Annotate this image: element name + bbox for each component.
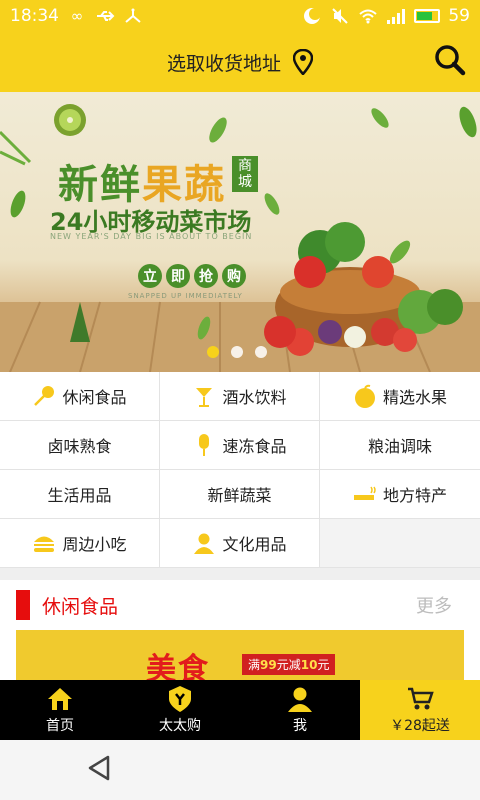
category-label: 文化用品 — [222, 535, 287, 554]
apple-icon — [353, 384, 377, 408]
cta-char: 即 — [166, 264, 190, 288]
category-label: 地方特产 — [382, 486, 447, 505]
debug-icon — [123, 7, 143, 25]
carousel-dot[interactable] — [255, 346, 267, 358]
tab-me-label: 我 — [293, 718, 307, 734]
search-button[interactable] — [432, 44, 468, 80]
tab-cart[interactable]: ￥28起送 — [360, 680, 480, 740]
tab-cart-label: ￥28起送 — [390, 718, 450, 734]
mute-icon — [330, 7, 350, 25]
category-item[interactable]: 卤味熟食 — [0, 421, 160, 470]
app-header: 选取收货地址 — [0, 32, 480, 92]
banner-english-line: NEW YEAR'S DAY BIG IS ABOUT TO BEGIN — [50, 232, 253, 241]
home-icon — [46, 685, 74, 713]
banner-english-cta: SNAPPED UP IMMEDIATELY — [128, 292, 243, 300]
promo-tag-post: 元 — [317, 658, 330, 672]
category-label: 酒水饮料 — [222, 388, 287, 407]
promo-tag-mid: 元减 — [276, 658, 301, 672]
signal-icon — [386, 7, 406, 25]
category-label: 速冻食品 — [222, 437, 287, 456]
category-empty-cell — [320, 519, 480, 568]
category-label: 新鲜蔬菜 — [207, 486, 272, 505]
category-label: 卤味熟食 — [47, 437, 112, 456]
cta-char: 购 — [222, 264, 246, 288]
battery-icon — [414, 9, 441, 23]
category-item[interactable]: 生活用品 — [0, 470, 160, 519]
popsicle-icon — [192, 433, 216, 457]
carousel-dots[interactable] — [207, 346, 267, 358]
system-nav-bar — [0, 740, 480, 800]
category-label: 休闲食品 — [62, 388, 127, 407]
search-icon — [434, 44, 466, 80]
section-more-link[interactable]: 更多 — [416, 592, 452, 618]
cigarette-icon — [353, 482, 377, 506]
promo-tag-num1: 99 — [260, 658, 277, 672]
category-item[interactable]: 酒水饮料 — [160, 372, 320, 421]
cocktail-icon — [192, 384, 216, 408]
category-item[interactable]: 速冻食品 — [160, 421, 320, 470]
category-label: 周边小吃 — [62, 535, 127, 554]
bottom-tab-bar: 首页 太太购 我 ￥28起送 — [0, 680, 480, 740]
category-item[interactable]: 周边小吃 — [0, 519, 160, 568]
infinity-icon: ∞ — [70, 7, 84, 25]
category-item[interactable]: 地方特产 — [320, 470, 480, 519]
section-title: 休闲食品 — [42, 595, 119, 618]
burger-icon — [32, 531, 56, 555]
battery-level: 59 — [448, 6, 470, 26]
back-icon — [86, 754, 112, 786]
location-pin-icon[interactable] — [292, 48, 314, 76]
app-screen: 18:34 ∞ 59 选取收货地址 新鲜果蔬 商城 24小时移动菜市场 NEW … — [0, 0, 480, 800]
category-item[interactable]: 精选水果 — [320, 372, 480, 421]
section-header: 休闲食品 更多 — [0, 580, 480, 630]
category-item[interactable]: 粮油调味 — [320, 421, 480, 470]
tab-taitai-label: 太太购 — [159, 718, 201, 734]
carousel-dot[interactable] — [231, 346, 243, 358]
wifi-icon — [358, 7, 378, 25]
shield-icon — [166, 685, 194, 713]
promo-banner[interactable]: 新鲜果蔬 商城 24小时移动菜市场 NEW YEAR'S DAY BIG IS … — [0, 92, 480, 372]
status-bar: 18:34 ∞ 59 — [0, 0, 480, 32]
cta-char: 立 — [138, 264, 162, 288]
tab-me[interactable]: 我 — [240, 680, 360, 740]
tab-home[interactable]: 首页 — [0, 680, 120, 740]
category-label: 粮油调味 — [367, 437, 432, 456]
banner-badge: 商城 — [232, 156, 258, 192]
back-button[interactable] — [84, 755, 114, 785]
category-item[interactable]: 新鲜蔬菜 — [160, 470, 320, 519]
cart-icon — [406, 685, 434, 713]
tab-home-label: 首页 — [46, 718, 74, 734]
user-icon — [192, 531, 216, 555]
cta-char: 抢 — [194, 264, 218, 288]
promo-tag: 满99元减10元 — [242, 654, 336, 675]
promo-tag-num2: 10 — [300, 658, 318, 672]
moon-icon — [302, 7, 322, 25]
category-item[interactable]: 休闲食品 — [0, 372, 160, 421]
banner-cta[interactable]: 立 即 抢 购 — [138, 264, 246, 288]
tab-taitai[interactable]: 太太购 — [120, 680, 240, 740]
category-grid: 休闲食品 酒水饮料 精选水果 卤味熟食 速冻食品 粮油调味 生活用品 新鲜蔬菜 … — [0, 372, 480, 568]
category-item[interactable]: 文化用品 — [160, 519, 320, 568]
address-selector[interactable]: 选取收货地址 — [167, 49, 281, 76]
category-label: 精选水果 — [382, 388, 447, 407]
person-icon — [286, 685, 314, 713]
section-marker — [16, 590, 30, 620]
lollipop-icon — [32, 384, 56, 408]
status-time: 18:34 — [10, 6, 59, 26]
category-label: 生活用品 — [47, 486, 112, 505]
usb-icon — [95, 7, 115, 25]
promo-tag-pre: 满 — [248, 658, 261, 672]
carousel-dot[interactable] — [207, 346, 219, 358]
